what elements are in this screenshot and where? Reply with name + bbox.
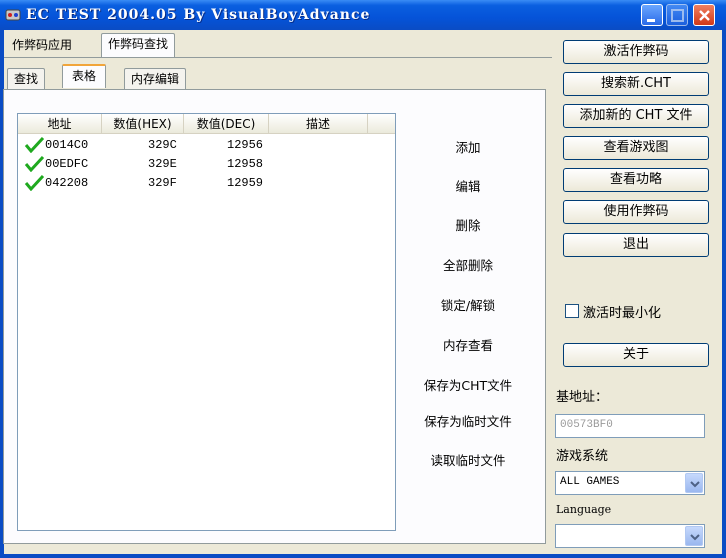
base-address-label: 基地址：: [556, 390, 609, 405]
save-temp-action[interactable]: 保存为临时文件: [403, 411, 533, 430]
cheat-table[interactable]: 地址 数值(HEX) 数值(DEC) 描述 0014C0 329C 12956 …: [17, 113, 396, 531]
tab-table[interactable]: 表格: [62, 64, 107, 88]
cell-hex: 329F: [148, 176, 177, 190]
maximize-icon: [671, 9, 684, 22]
cell-dec: 12956: [227, 138, 264, 152]
add-action[interactable]: 添加: [403, 137, 533, 156]
exit-button[interactable]: 退出: [563, 233, 709, 257]
edit-action[interactable]: 编辑: [403, 176, 533, 195]
language-label: Language: [556, 503, 612, 516]
view-guide-button[interactable]: 查看功略: [563, 168, 709, 192]
title-bar[interactable]: EC TEST 2004.05 By VisualBoyAdvance: [0, 0, 726, 30]
minimize-on-activate-label: 激活时最小化: [583, 306, 662, 321]
load-temp-action[interactable]: 读取临时文件: [403, 450, 533, 469]
close-icon: [699, 10, 710, 21]
chevron-down-icon[interactable]: [685, 526, 703, 546]
delete-all-action[interactable]: 全部删除: [403, 255, 533, 274]
window-frame-bottom: [0, 554, 726, 558]
cell-address: 00EDFC: [45, 157, 89, 171]
cell-hex: 329C: [148, 138, 177, 152]
tab-cheat-apply[interactable]: 作弊码应用: [5, 34, 79, 56]
close-button[interactable]: [693, 4, 715, 26]
use-cheats-button[interactable]: 使用作弊码: [563, 200, 709, 224]
save-cht-action[interactable]: 保存为CHT文件: [403, 375, 533, 394]
table-row[interactable]: 042208 329F 12959: [20, 174, 390, 192]
add-cht-file-button[interactable]: 添加新的 CHT 文件: [563, 104, 709, 128]
tab-memory-edit[interactable]: 内存编辑: [124, 68, 187, 90]
maximize-button[interactable]: [666, 4, 688, 26]
view-game-image-button[interactable]: 查看游戏图: [563, 136, 709, 160]
table-header: 地址 数值(HEX) 数值(DEC) 描述: [18, 114, 395, 134]
minimize-button[interactable]: [641, 4, 663, 26]
column-header-hex[interactable]: 数值(HEX): [102, 114, 184, 134]
table-row[interactable]: 00EDFC 329E 12958: [20, 155, 390, 173]
column-header-dec[interactable]: 数值(DEC): [184, 114, 269, 134]
activate-cheats-button[interactable]: 激活作弊码: [563, 40, 709, 64]
chevron-down-icon[interactable]: [685, 473, 703, 493]
minimize-icon: [647, 19, 655, 22]
minimize-on-activate-checkbox[interactable]: [565, 304, 579, 318]
search-new-cht-button[interactable]: 搜索新.CHT: [563, 72, 709, 96]
tab-search[interactable]: 查找: [7, 68, 46, 90]
check-icon[interactable]: [24, 174, 45, 197]
cell-address: 042208: [45, 176, 89, 190]
delete-action[interactable]: 删除: [403, 215, 533, 234]
table-row[interactable]: 0014C0 329C 12956: [20, 136, 390, 154]
column-header-description[interactable]: 描述: [269, 114, 368, 134]
cell-dec: 12958: [227, 157, 264, 171]
window-frame-right: [722, 30, 726, 558]
cell-hex: 329E: [148, 157, 177, 171]
game-system-label: 游戏系统: [556, 449, 609, 464]
language-select[interactable]: [555, 524, 705, 548]
game-system-select[interactable]: ALL GAMES: [555, 471, 705, 495]
cell-dec: 12959: [227, 176, 264, 190]
base-address-input[interactable]: 00573BF0: [555, 414, 705, 438]
top-tab-divider: [4, 57, 552, 58]
tab-cheat-search[interactable]: 作弊码查找: [101, 33, 176, 58]
column-header-address[interactable]: 地址: [18, 114, 102, 134]
about-button[interactable]: 关于: [563, 343, 709, 367]
cell-address: 0014C0: [45, 138, 89, 152]
window-title: EC TEST 2004.05 By VisualBoyAdvance: [26, 7, 371, 23]
memory-view-action[interactable]: 内存查看: [403, 335, 533, 354]
lock-unlock-action[interactable]: 锁定/解锁: [403, 295, 533, 314]
app-icon: [5, 7, 21, 23]
